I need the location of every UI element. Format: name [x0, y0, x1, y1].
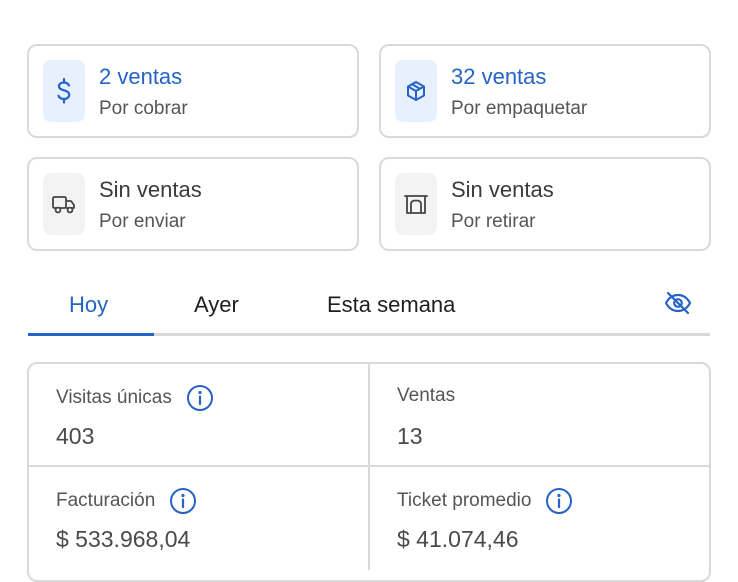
metric-value: 403 [56, 423, 95, 449]
info-icon[interactable] [169, 487, 197, 515]
card-subtitle: Por retirar [451, 211, 536, 232]
card-subtitle: Por cobrar [99, 98, 188, 119]
card-title: Sin ventas [451, 177, 554, 202]
metric-billing: Facturación $ 533.968,04 [29, 467, 370, 570]
info-icon[interactable] [545, 487, 573, 515]
tab-hoy[interactable]: Hoy [69, 290, 108, 320]
card-por-empaquetar[interactable]: 32 ventas Por empaquetar [379, 44, 711, 138]
metric-unique-visits: Visitas únicas 403 [29, 364, 370, 467]
tab-ayer[interactable]: Ayer [194, 290, 239, 320]
card-title: 2 ventas [99, 64, 183, 89]
store-icon [395, 173, 437, 235]
tab-esta-semana[interactable]: Esta semana [327, 290, 455, 320]
truck-icon [43, 173, 85, 235]
metric-label: Ventas [397, 385, 456, 406]
metric-avg-ticket: Ticket promedio $ 41.074,46 [370, 467, 709, 570]
dollar-icon [43, 60, 85, 122]
metric-label: Visitas únicas [56, 387, 172, 408]
card-por-retirar[interactable]: Sin ventas Por retirar [379, 157, 711, 251]
metric-value: $ 533.968,04 [56, 526, 191, 552]
metric-sales: Ventas 13 [370, 364, 709, 467]
metric-label: Facturación [56, 490, 156, 511]
metric-value: 13 [397, 423, 423, 449]
card-title: 32 ventas [451, 64, 547, 89]
card-subtitle: Por enviar [99, 211, 186, 232]
active-tab-indicator [28, 333, 154, 336]
card-subtitle: Por empaquetar [451, 98, 588, 119]
package-icon [395, 60, 437, 122]
period-tabs: Hoy Ayer Esta semana [28, 278, 710, 336]
metric-value: $ 41.074,46 [397, 526, 519, 552]
metrics-grid: Visitas únicas 403 Ventas 13 Facturación [27, 362, 711, 582]
info-icon[interactable] [186, 384, 214, 412]
metric-label: Ticket promedio [397, 490, 532, 511]
eye-off-icon[interactable] [664, 290, 692, 321]
card-por-cobrar[interactable]: 2 ventas Por cobrar [27, 44, 359, 138]
card-por-enviar[interactable]: Sin ventas Por enviar [27, 157, 359, 251]
card-title: Sin ventas [99, 177, 202, 202]
